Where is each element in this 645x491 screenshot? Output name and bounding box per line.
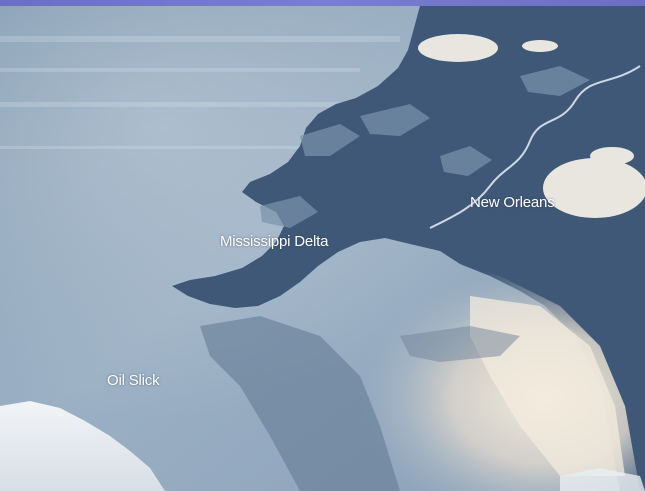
label-new-orleans: New Orleans	[470, 194, 555, 211]
label-oil-slick: Oil Slick	[107, 372, 160, 389]
image-frame: Mississippi Delta New Orleans Oil Slick	[0, 0, 645, 491]
label-mississippi-delta: Mississippi Delta	[220, 233, 329, 250]
